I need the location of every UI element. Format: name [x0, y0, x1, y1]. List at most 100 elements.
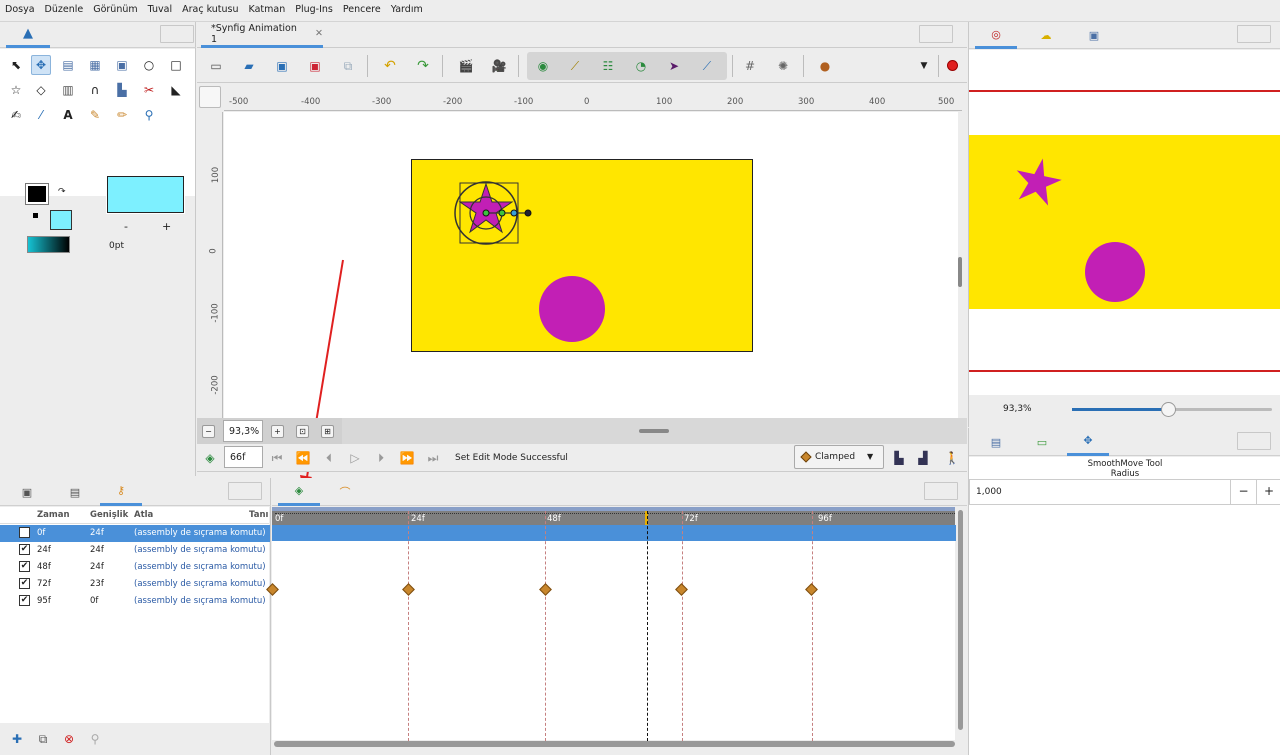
prev-frame-icon[interactable]: ⏴ — [319, 448, 339, 468]
undo-icon[interactable]: ↶ — [380, 56, 400, 76]
width-decrease[interactable]: - — [124, 220, 128, 233]
navigator-tab-icon[interactable]: ◎ — [975, 22, 1017, 49]
seek-begin-icon[interactable]: ⏮ — [267, 448, 287, 468]
redo-icon[interactable]: ↷ — [413, 56, 433, 76]
show-handles-icon[interactable]: ◉ — [533, 56, 553, 76]
save-as-icon[interactable]: ▣ — [305, 56, 325, 76]
upper-bound-icon[interactable]: ▟ — [913, 448, 933, 468]
canvas-browser-tab-icon[interactable]: ▣ — [1073, 22, 1115, 49]
panel-grip[interactable] — [160, 25, 194, 43]
fill-color-swatch[interactable] — [50, 210, 72, 230]
keyframe-active-checkbox[interactable]: ✔ — [19, 527, 30, 538]
open-file-icon[interactable]: ▰ — [239, 56, 259, 76]
seek-end-icon[interactable]: ⏭ — [423, 448, 443, 468]
time-ruler[interactable] — [272, 507, 955, 525]
star-tool-icon[interactable]: ☆ — [6, 80, 26, 100]
show-bones-icon[interactable]: ⟋ — [697, 56, 717, 76]
onion-skin-icon[interactable]: ● — [815, 56, 835, 76]
save-all-icon[interactable]: ⧉ — [338, 56, 358, 76]
timetrack-vscrollbar[interactable] — [958, 510, 963, 730]
interpolation-select[interactable]: Clamped ▼ — [794, 445, 884, 469]
close-icon[interactable]: ✕ — [315, 28, 323, 39]
swap-colors-icon[interactable]: ↷ — [58, 187, 66, 197]
keyframe-active-checkbox[interactable]: ✔ — [19, 561, 30, 572]
zoom-slider[interactable] — [1072, 402, 1272, 417]
width-increase[interactable]: + — [162, 220, 171, 233]
outline-color-swatch[interactable] — [25, 183, 49, 205]
render-icon[interactable]: 🎬 — [456, 56, 476, 76]
canvas[interactable] — [411, 159, 753, 352]
keyframe-active-checkbox[interactable]: ✔ — [19, 578, 30, 589]
toolbar-overflow-icon[interactable]: ▼ — [914, 56, 934, 76]
zoom-100-icon[interactable]: ⊞ — [321, 425, 334, 438]
tab-synfig-animation[interactable]: *Synfig Animation 1 ✕ — [201, 22, 323, 48]
circle-tool-icon[interactable]: ○ — [139, 55, 159, 75]
layers-tab-icon[interactable]: ▣ — [6, 478, 48, 506]
animation-figure-icon[interactable]: 🚶 — [942, 448, 962, 468]
header-time[interactable]: Zaman — [37, 510, 70, 520]
keyframe-active-checkbox[interactable]: ✔ — [19, 595, 30, 606]
selected-track-row[interactable] — [272, 525, 956, 541]
timetrack-area[interactable] — [272, 525, 956, 740]
radius-decrease-button[interactable]: − — [1230, 480, 1256, 504]
keyframe-jump[interactable]: (assembly de sıçrama komutu) — [134, 528, 266, 538]
toolbox-tab-icon[interactable]: ▲ — [6, 22, 50, 48]
header-description[interactable]: Tanı — [249, 510, 268, 520]
timetrack-scrollbar[interactable] — [274, 741, 955, 747]
table-row[interactable]: ✔ 95f 0f (assembly de sıçrama komutu) — [0, 593, 270, 610]
transform-tool-icon[interactable]: ⬉ — [6, 55, 26, 75]
lower-bound-icon[interactable]: ▙ — [889, 448, 909, 468]
graphs-tab-icon[interactable]: ⌒ — [324, 478, 366, 506]
navigator-preview[interactable] — [969, 50, 1280, 395]
menu-plugins[interactable]: Plug-Ins — [290, 0, 338, 15]
circle-layer[interactable] — [539, 276, 605, 342]
zoom-tool-icon[interactable]: ⚲ — [139, 105, 159, 125]
table-row[interactable]: ✔ 48f 24f (assembly de sıçrama komutu) — [0, 559, 270, 576]
zoom-out-icon[interactable]: − — [202, 425, 215, 438]
rotate-tool-icon[interactable]: ▦ — [85, 55, 105, 75]
show-tangents-icon[interactable]: ☷ — [598, 56, 618, 76]
keyframe-active-checkbox[interactable]: ✔ — [19, 544, 30, 555]
keyframe-jump[interactable]: (assembly de sıçrama komutu) — [134, 545, 266, 555]
panel-grip[interactable] — [924, 482, 958, 500]
radius-increase-button[interactable]: + — [1256, 480, 1280, 504]
next-frame-icon[interactable]: ⏵ — [371, 448, 391, 468]
play-icon[interactable]: ▷ — [345, 448, 365, 468]
brush-tool-icon[interactable]: ✏ — [112, 105, 132, 125]
show-width-icon[interactable]: ➤ — [664, 56, 684, 76]
panel-grip[interactable] — [1237, 25, 1271, 43]
table-row[interactable]: ✔ 24f 24f (assembly de sıçrama komutu) — [0, 542, 270, 559]
radius-value[interactable]: 1,000 — [976, 487, 1002, 497]
menu-katman[interactable]: Katman — [244, 0, 291, 15]
menu-duzenle[interactable]: Düzenle — [40, 0, 89, 15]
library-tab-icon[interactable]: ▭ — [1021, 428, 1063, 456]
zoom-slider-thumb[interactable] — [1161, 402, 1176, 417]
reset-colors-icon[interactable] — [33, 213, 38, 218]
cutout-tool-icon[interactable]: ✂ — [139, 80, 159, 100]
preview-icon[interactable]: 🎥 — [489, 56, 509, 76]
fill-preview-box[interactable] — [106, 175, 185, 214]
keyframes-tab-icon[interactable]: ⚷ — [100, 478, 142, 506]
keyframe-jump[interactable]: (assembly de sıçrama komutu) — [134, 579, 266, 589]
keyframe-properties-icon[interactable]: ⚲ — [85, 729, 105, 749]
tool-options-tab-icon[interactable]: ✥ — [1067, 428, 1109, 456]
keyframe-jump[interactable]: (assembly de sıçrama komutu) — [134, 596, 266, 606]
menu-tuval[interactable]: Tuval — [143, 0, 177, 15]
horizontal-scrollbar[interactable] — [342, 418, 967, 444]
keyframe-jump[interactable]: (assembly de sıçrama komutu) — [134, 562, 266, 572]
record-animation-icon[interactable] — [947, 60, 958, 71]
star-with-handles[interactable] — [452, 180, 532, 250]
mirror-tool-icon[interactable]: ▣ — [112, 55, 132, 75]
zoom-input[interactable]: 93,3% — [223, 420, 263, 442]
history-tab-icon[interactable]: ▤ — [54, 478, 96, 506]
sketch-tool-icon[interactable]: ✎ — [85, 105, 105, 125]
text-tool-icon[interactable]: A — [58, 105, 78, 125]
menu-arac-kutusu[interactable]: Araç kutusu — [177, 0, 243, 15]
draw-tool-icon[interactable]: ✍ — [6, 105, 26, 125]
spline-tool-icon[interactable]: ∩ — [85, 80, 105, 100]
scroll-thumb[interactable] — [639, 429, 669, 433]
eyedropper-tool-icon[interactable]: ⁄ — [31, 105, 51, 125]
params-tab-icon[interactable]: ▤ — [975, 428, 1017, 456]
vertical-scrollbar[interactable] — [958, 257, 962, 287]
radius-field[interactable]: 1,000 − + — [969, 479, 1280, 505]
